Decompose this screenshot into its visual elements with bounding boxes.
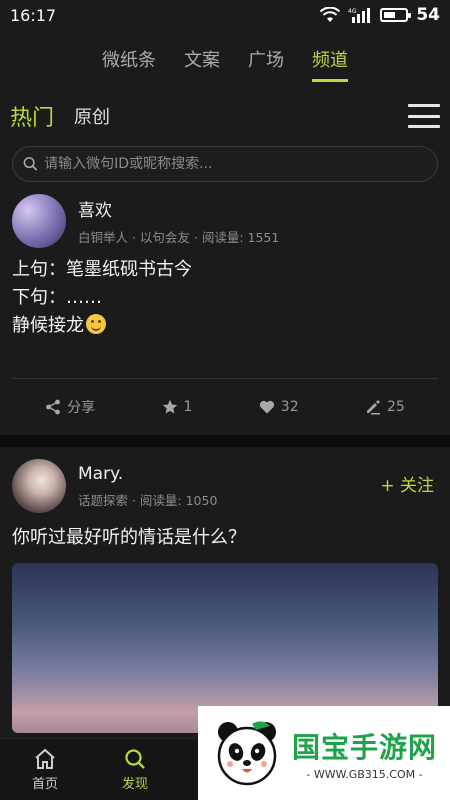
- search-icon: [125, 749, 145, 769]
- post-question: 你听过最好听的情话是什么？: [12, 527, 246, 548]
- follow-button[interactable]: + 关注: [380, 471, 434, 496]
- nav-home-label: 首页: [31, 777, 58, 792]
- tab-wenan[interactable]: 文案: [184, 40, 220, 78]
- search-bar: [12, 146, 438, 182]
- network-label: 4G: [348, 8, 357, 15]
- share-button[interactable]: 分享: [45, 397, 95, 417]
- watermark: 国宝手游网 - WWW.GB315.COM -: [198, 706, 450, 800]
- post-header: 喜欢 白铜举人 · 以句会友 · 阅读量: 1551: [12, 182, 438, 248]
- battery-icon: [380, 8, 412, 22]
- comment-button[interactable]: 25: [365, 399, 405, 415]
- status-bar: 16:17 4G 54: [0, 0, 450, 30]
- tab-pindao[interactable]: 频道: [312, 40, 348, 82]
- favorite-button[interactable]: 1: [162, 399, 193, 415]
- post-line: 上句：笔墨纸砚书古今: [12, 259, 192, 280]
- post-meta: 喜欢 白铜举人 · 以句会友 · 阅读量: 1551: [78, 196, 279, 246]
- post-actions: 分享 1 32 25: [12, 379, 438, 435]
- avatar[interactable]: [12, 194, 66, 248]
- star-icon: [162, 399, 177, 414]
- author-info: 白铜举人 · 以句会友 · 阅读量: 1551: [78, 230, 280, 245]
- favorite-count: 1: [183, 399, 193, 415]
- author-name[interactable]: 喜欢: [78, 196, 279, 221]
- post-line: 静候接龙: [12, 315, 84, 336]
- post-line-with-emoji: 静候接龙: [12, 312, 438, 340]
- sub-tabs: 热门 原创: [0, 88, 450, 144]
- status-icons: 4G 54: [320, 5, 440, 25]
- post-content: 上句：笔墨纸砚书古今 下句：…… 静候接龙: [12, 248, 438, 340]
- share-label: 分享: [67, 400, 96, 416]
- watermark-title: 国宝手游网: [292, 730, 438, 764]
- heart-icon: [259, 400, 274, 414]
- post-card[interactable]: Mary. 话题探索 · 阅读量: 1050 + 关注 你听过最好听的情话是什么…: [0, 447, 450, 733]
- author-name[interactable]: Mary.: [78, 464, 217, 484]
- battery-percent: 54: [416, 5, 440, 25]
- post-header: Mary. 话题探索 · 阅读量: 1050 + 关注: [12, 447, 438, 513]
- post-meta: Mary. 话题探索 · 阅读量: 1050: [78, 464, 217, 509]
- like-count: 32: [280, 399, 299, 415]
- panda-logo-icon: [217, 721, 277, 786]
- search-input[interactable]: [44, 156, 427, 172]
- tab-weizhitiao[interactable]: 微纸条: [102, 40, 156, 78]
- signal-icon: 4G: [348, 8, 371, 23]
- status-time: 16:17: [10, 5, 57, 25]
- edit-icon: [366, 400, 380, 415]
- watermark-url: - WWW.GB315.COM -: [306, 767, 423, 781]
- nav-home[interactable]: 首页: [0, 739, 90, 800]
- post-card[interactable]: 喜欢 白铜举人 · 以句会友 · 阅读量: 1551 上句：笔墨纸砚书古今 下句…: [0, 182, 450, 435]
- search-icon: [23, 157, 38, 171]
- menu-icon[interactable]: [408, 104, 440, 128]
- home-icon: [35, 748, 55, 769]
- tab-guangchang[interactable]: 广场: [248, 40, 284, 78]
- like-button[interactable]: 32: [259, 399, 299, 415]
- wifi-icon: [320, 7, 341, 22]
- post-line: 下句：……: [12, 287, 102, 308]
- subtab-original[interactable]: 原创: [74, 103, 110, 129]
- section-separator: [0, 435, 450, 447]
- top-tabs: 微纸条 文案 广场 频道: [0, 30, 450, 88]
- watermark-text: 国宝手游网 - WWW.GB315.COM -: [292, 726, 437, 781]
- avatar[interactable]: [12, 459, 66, 513]
- nav-discover-label: 发现: [121, 777, 148, 792]
- share-icon: [46, 399, 61, 415]
- nav-discover[interactable]: 发现: [90, 739, 180, 800]
- comment-count: 25: [386, 399, 405, 415]
- subtab-hot[interactable]: 热门: [10, 100, 54, 132]
- battery-fill: [384, 12, 396, 18]
- author-info: 话题探索 · 阅读量: 1050: [78, 492, 218, 508]
- smile-emoji-icon: [86, 314, 106, 334]
